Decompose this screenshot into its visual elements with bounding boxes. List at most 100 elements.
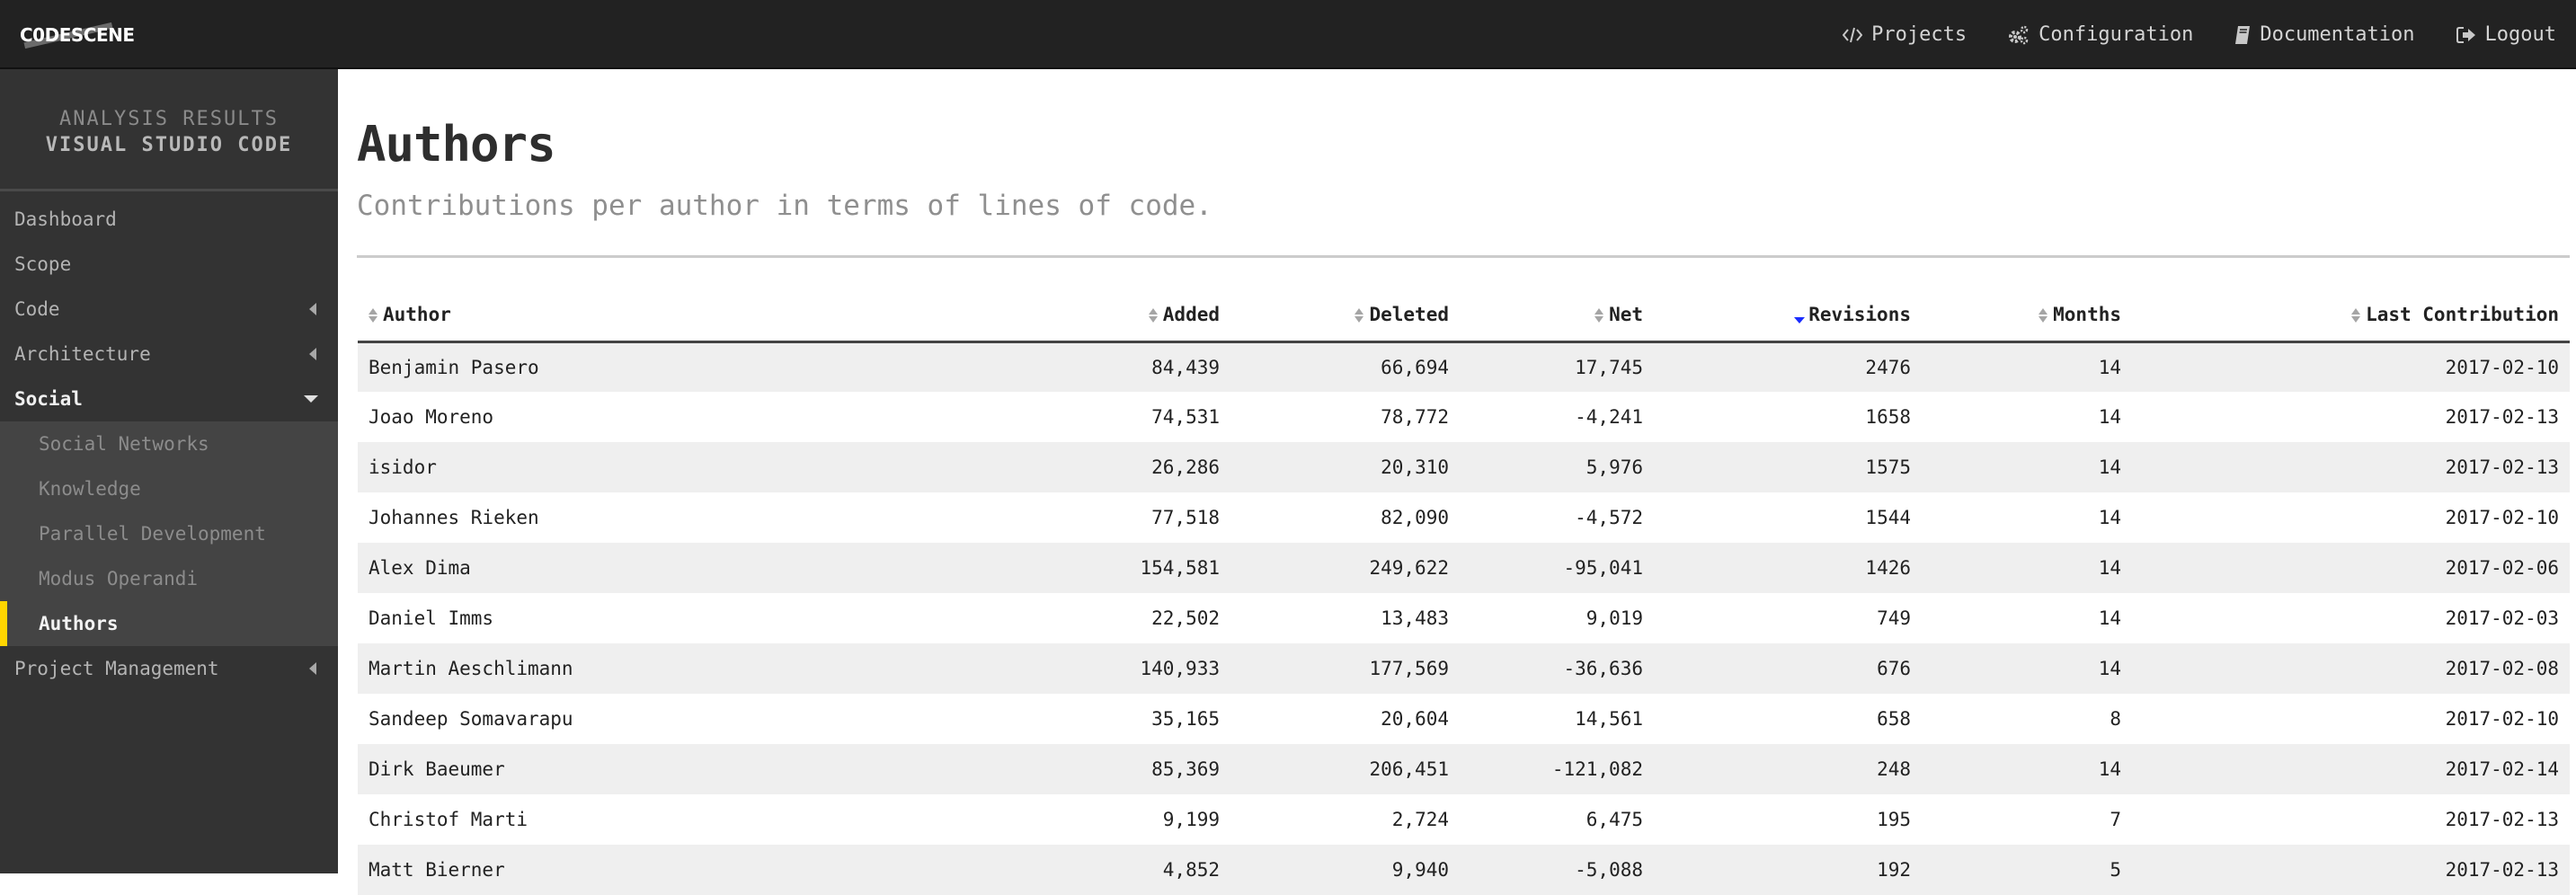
- cell-last-contribution: 2017-02-14: [2132, 744, 2570, 794]
- top-nav: Projects Configuration Documentation Log…: [1843, 0, 2556, 69]
- cell-net: -121,082: [1460, 744, 1654, 794]
- cell-added: 9,199: [897, 794, 1230, 845]
- page-subtitle: Contributions per author in terms of lin…: [357, 190, 1212, 222]
- column-header-added[interactable]: Added: [897, 288, 1230, 343]
- top-navigation-bar: C0DESCENE Projects Configuration Documen…: [0, 0, 2576, 69]
- cell-months: 14: [1922, 392, 2132, 442]
- page-title: Authors: [357, 116, 556, 173]
- sidebar-subitem-authors[interactable]: Authors: [0, 601, 338, 646]
- cell-last-contribution: 2017-02-13: [2132, 442, 2570, 492]
- nav-documentation-link[interactable]: Documentation: [2234, 23, 2415, 46]
- cell-last-contribution: 2017-02-10: [2132, 341, 2570, 392]
- table-row[interactable]: Dirk Baeumer 85,369 206,451 -121,082 248 14 20…: [358, 744, 2570, 794]
- cell-net: 9,019: [1460, 593, 1654, 643]
- nav-projects-label: Projects: [1871, 23, 1968, 46]
- cell-added: 154,581: [897, 543, 1230, 593]
- project-name: VISUAL STUDIO CODE: [45, 133, 293, 156]
- sort-icon: [1355, 307, 1364, 323]
- sidebar: ANALYSIS RESULTS VISUAL STUDIO CODE Dash…: [0, 69, 338, 873]
- codescene-logo[interactable]: C0DESCENE: [20, 20, 135, 50]
- nav-configuration-label: Configuration: [2039, 23, 2194, 46]
- cell-last-contribution: 2017-02-10: [2132, 694, 2570, 744]
- gears-icon: [2008, 25, 2030, 45]
- table-row[interactable]: Daniel Imms 22,502 13,483 9,019 749 14 2017-02…: [358, 593, 2570, 643]
- code-icon: [1843, 26, 1863, 44]
- chevron-left-icon: [309, 662, 316, 675]
- cell-months: 14: [1922, 341, 2132, 392]
- column-header-last-contribution[interactable]: Last Contribution: [2132, 288, 2570, 343]
- divider: [357, 255, 2570, 258]
- cell-revisions: 1575: [1654, 442, 1922, 492]
- chevron-left-icon: [309, 348, 316, 360]
- table-row[interactable]: isidor 26,286 20,310 5,976 1575 14 2017-02-13: [358, 442, 2570, 492]
- table-row[interactable]: Joao Moreno 74,531 78,772 -4,241 1658 14 2017-…: [358, 392, 2570, 442]
- cell-added: 84,439: [897, 341, 1230, 392]
- sidebar-subitem-modus-operandi[interactable]: Modus Operandi: [0, 556, 338, 601]
- cell-added: 26,286: [897, 442, 1230, 492]
- sidebar-item-dashboard[interactable]: Dashboard: [0, 197, 338, 242]
- table-row[interactable]: Martin Aeschlimann 140,933 177,569 -36,636 6…: [358, 643, 2570, 694]
- sidebar-subitem-parallel-development[interactable]: Parallel Development: [0, 511, 338, 556]
- cell-author: Benjamin Pasero: [358, 341, 897, 392]
- cell-net: -4,241: [1460, 392, 1654, 442]
- cell-net: -36,636: [1460, 643, 1654, 694]
- column-header-label: Deleted: [1369, 303, 1449, 325]
- sort-icon: [1594, 307, 1604, 323]
- table-header-row: Author Added Deleted Net Revisions Month…: [358, 288, 2570, 343]
- table-row[interactable]: Alex Dima 154,581 249,622 -95,041 1426 14 2017…: [358, 543, 2570, 593]
- cell-deleted: 20,604: [1230, 694, 1460, 744]
- sidebar-subitem-label: Parallel Development: [39, 523, 266, 545]
- sidebar-item-project-management[interactable]: Project Management: [0, 646, 338, 691]
- table-row[interactable]: Sandeep Somavarapu 35,165 20,604 14,561 658 8…: [358, 694, 2570, 744]
- column-header-label: Months: [2053, 303, 2121, 325]
- cell-author: Alex Dima: [358, 543, 897, 593]
- column-header-revisions[interactable]: Revisions: [1654, 288, 1922, 343]
- sort-icon: [2039, 307, 2048, 323]
- table-row[interactable]: Christof Marti 9,199 2,724 6,475 195 7 2017-02…: [358, 794, 2570, 845]
- column-header-net[interactable]: Net: [1460, 288, 1654, 343]
- column-header-label: Revisions: [1808, 303, 1911, 325]
- cell-deleted: 13,483: [1230, 593, 1460, 643]
- column-header-deleted[interactable]: Deleted: [1230, 288, 1460, 343]
- sidebar-item-label: Dashboard: [14, 208, 117, 230]
- sidebar-subitem-social-networks[interactable]: Social Networks: [0, 421, 338, 466]
- table-row[interactable]: Benjamin Pasero 84,439 66,694 17,745 2476 14 2…: [358, 341, 2570, 392]
- sidebar-item-social[interactable]: Social: [0, 377, 338, 421]
- cell-net: -5,088: [1460, 845, 1654, 895]
- nav-documentation-label: Documentation: [2260, 23, 2415, 46]
- nav-configuration-link[interactable]: Configuration: [2008, 23, 2193, 46]
- cell-author: Christof Marti: [358, 794, 897, 845]
- column-header-months[interactable]: Months: [1922, 288, 2132, 343]
- sidebar-item-architecture[interactable]: Architecture: [0, 332, 338, 377]
- cell-net: 17,745: [1460, 341, 1654, 392]
- cell-last-contribution: 2017-02-08: [2132, 643, 2570, 694]
- cell-added: 4,852: [897, 845, 1230, 895]
- nav-logout-link[interactable]: Logout: [2456, 23, 2556, 46]
- cell-deleted: 66,694: [1230, 341, 1460, 392]
- table-body: Benjamin Pasero 84,439 66,694 17,745 2476 14 2…: [358, 341, 2570, 895]
- table-row[interactable]: Johannes Rieken 77,518 82,090 -4,572 1544 14 2…: [358, 492, 2570, 543]
- cell-revisions: 192: [1654, 845, 1922, 895]
- sidebar-subitem-knowledge[interactable]: Knowledge: [0, 466, 338, 511]
- cell-months: 14: [1922, 442, 2132, 492]
- book-icon: [2234, 25, 2251, 45]
- chevron-down-icon: [304, 395, 318, 403]
- sidebar-item-scope[interactable]: Scope: [0, 242, 338, 287]
- nav-logout-label: Logout: [2484, 23, 2556, 46]
- cell-last-contribution: 2017-02-13: [2132, 845, 2570, 895]
- authors-table: Author Added Deleted Net Revisions Month…: [358, 288, 2570, 895]
- cell-added: 74,531: [897, 392, 1230, 442]
- cell-deleted: 206,451: [1230, 744, 1460, 794]
- sidebar-subitem-label: Modus Operandi: [39, 568, 199, 589]
- sidebar-item-code[interactable]: Code: [0, 287, 338, 332]
- column-header-author[interactable]: Author: [358, 288, 897, 343]
- cell-last-contribution: 2017-02-10: [2132, 492, 2570, 543]
- column-header-label: Added: [1162, 303, 1220, 325]
- sidebar-item-label: Project Management: [14, 658, 219, 679]
- table-row[interactable]: Matt Bierner 4,852 9,940 -5,088 192 5 2017-02-…: [358, 845, 2570, 895]
- cell-author: isidor: [358, 442, 897, 492]
- cell-author: Joao Moreno: [358, 392, 897, 442]
- nav-projects-link[interactable]: Projects: [1843, 23, 1967, 46]
- chevron-left-icon: [309, 303, 316, 315]
- sidebar-header: ANALYSIS RESULTS VISUAL STUDIO CODE: [0, 69, 338, 191]
